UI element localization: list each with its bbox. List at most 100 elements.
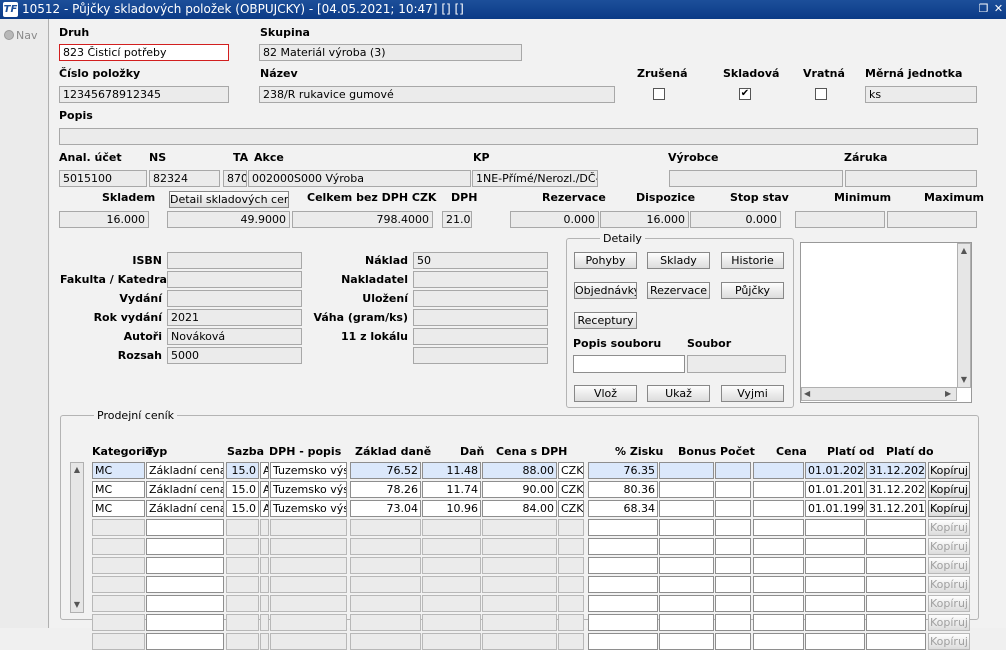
cell-sazba[interactable]: 15.0	[226, 481, 259, 498]
cell-zisk[interactable]	[588, 614, 658, 631]
copy-row-button[interactable]: Kopíruj	[928, 614, 970, 631]
cell-bonus[interactable]	[659, 633, 714, 650]
cell-zisk[interactable]: 68.34	[588, 500, 658, 517]
cell-do[interactable]: 31.12.2020	[866, 481, 926, 498]
cell-bonus[interactable]	[659, 557, 714, 574]
cell-zisk[interactable]	[588, 633, 658, 650]
cell-cena[interactable]	[753, 481, 804, 498]
cell-typ[interactable]	[146, 519, 224, 536]
cell-zisk[interactable]: 80.36	[588, 481, 658, 498]
cell-typ[interactable]	[146, 538, 224, 555]
cell-dan[interactable]	[422, 519, 481, 536]
cell-a[interactable]: A	[260, 500, 269, 517]
cell-zaklad[interactable]	[350, 614, 421, 631]
cell-pocet[interactable]	[715, 538, 751, 555]
cell-pocet[interactable]	[715, 557, 751, 574]
cell-bonus[interactable]	[659, 576, 714, 593]
copy-row-button[interactable]: Kopíruj	[928, 576, 970, 593]
vyrobce-field[interactable]	[669, 170, 843, 187]
cell-dan[interactable]: 11.48	[422, 462, 481, 479]
cell-dph[interactable]	[270, 557, 347, 574]
cell-dan[interactable]	[422, 633, 481, 650]
cell-a[interactable]	[260, 614, 269, 631]
ns-field[interactable]: 82324	[149, 170, 220, 187]
cell-od[interactable]	[805, 614, 865, 631]
cell-cena[interactable]	[753, 633, 804, 650]
soubor-field[interactable]	[687, 355, 786, 373]
cell-a[interactable]	[260, 576, 269, 593]
akce-field[interactable]: 002000S000 Výroba	[248, 170, 471, 187]
vaha-field[interactable]	[413, 309, 548, 326]
cell-mena[interactable]	[558, 538, 584, 555]
cell-mena[interactable]: CZK	[558, 500, 584, 517]
copy-row-button[interactable]: Kopíruj	[928, 500, 970, 517]
nakladatel-field[interactable]	[413, 271, 548, 288]
cell-od[interactable]: 01.01.2021	[805, 462, 865, 479]
naklad-field[interactable]: 50	[413, 252, 548, 269]
scroll-down-icon[interactable]: ▼	[959, 375, 969, 385]
pujcky-button[interactable]: Půjčky	[721, 282, 784, 299]
cell-kat[interactable]	[92, 595, 145, 612]
cell-cena[interactable]	[753, 500, 804, 517]
cell-kat[interactable]	[92, 576, 145, 593]
preview-vertical-scrollbar[interactable]: ▲ ▼	[957, 243, 971, 388]
cell-do[interactable]: 31.12.2021	[866, 462, 926, 479]
cell-zaklad[interactable]: 73.04	[350, 500, 421, 517]
cell-do[interactable]	[866, 633, 926, 650]
fakulta-field[interactable]	[167, 271, 302, 288]
cell-a[interactable]	[260, 557, 269, 574]
anal-field[interactable]: 5015100	[59, 170, 147, 187]
cell-cena_dph[interactable]	[482, 576, 557, 593]
cell-bonus[interactable]	[659, 595, 714, 612]
cell-cena[interactable]	[753, 595, 804, 612]
cell-do[interactable]	[866, 557, 926, 574]
cell-do[interactable]: 31.12.2014	[866, 500, 926, 517]
cell-dph[interactable]	[270, 519, 347, 536]
skladem-field[interactable]: 16.000	[59, 211, 149, 228]
cell-pocet[interactable]	[715, 614, 751, 631]
cislo-field[interactable]: 12345678912345	[59, 86, 229, 103]
cell-od[interactable]: 01.01.1990	[805, 500, 865, 517]
cell-dph[interactable]	[270, 576, 347, 593]
cell-do[interactable]	[866, 614, 926, 631]
copy-row-button[interactable]: Kopíruj	[928, 595, 970, 612]
vydani-field[interactable]	[167, 290, 302, 307]
stav-field[interactable]: 0.000	[690, 211, 781, 228]
cell-cena_dph[interactable]: 90.00	[482, 481, 557, 498]
mj-field[interactable]: ks	[865, 86, 977, 103]
cell-mena[interactable]: CZK	[558, 462, 584, 479]
cell-zaklad[interactable]	[350, 538, 421, 555]
cell-od[interactable]	[805, 538, 865, 555]
cell-zisk[interactable]	[588, 557, 658, 574]
lokal-field[interactable]	[413, 328, 548, 345]
cell-pocet[interactable]	[715, 576, 751, 593]
zrusena-checkbox[interactable]	[653, 88, 665, 100]
cell-cena[interactable]	[753, 576, 804, 593]
cell-typ[interactable]: Základní cena	[146, 481, 224, 498]
cell-dan[interactable]: 10.96	[422, 500, 481, 517]
cell-zaklad[interactable]: 78.26	[350, 481, 421, 498]
copy-row-button[interactable]: Kopíruj	[928, 633, 970, 650]
cell-kat[interactable]: MC	[92, 500, 145, 517]
cell-typ[interactable]	[146, 595, 224, 612]
cena-field[interactable]: 49.9000	[167, 211, 290, 228]
cell-od[interactable]	[805, 519, 865, 536]
cell-pocet[interactable]	[715, 500, 751, 517]
cell-mena[interactable]	[558, 557, 584, 574]
cell-cena_dph[interactable]	[482, 595, 557, 612]
cell-dph[interactable]	[270, 538, 347, 555]
cell-dan[interactable]: 11.74	[422, 481, 481, 498]
cell-od[interactable]: 01.01.2015	[805, 481, 865, 498]
restore-window-icon[interactable]: ❐	[976, 1, 991, 17]
cell-mena[interactable]	[558, 519, 584, 536]
cell-bonus[interactable]	[659, 462, 714, 479]
cell-dan[interactable]	[422, 576, 481, 593]
cell-sazba[interactable]	[226, 519, 259, 536]
cell-sazba[interactable]	[226, 557, 259, 574]
cell-bonus[interactable]	[659, 500, 714, 517]
cell-od[interactable]	[805, 595, 865, 612]
copy-row-button[interactable]: Kopíruj	[928, 557, 970, 574]
cell-cena_dph[interactable]	[482, 519, 557, 536]
close-window-icon[interactable]: ✕	[991, 1, 1006, 17]
cell-cena[interactable]	[753, 614, 804, 631]
